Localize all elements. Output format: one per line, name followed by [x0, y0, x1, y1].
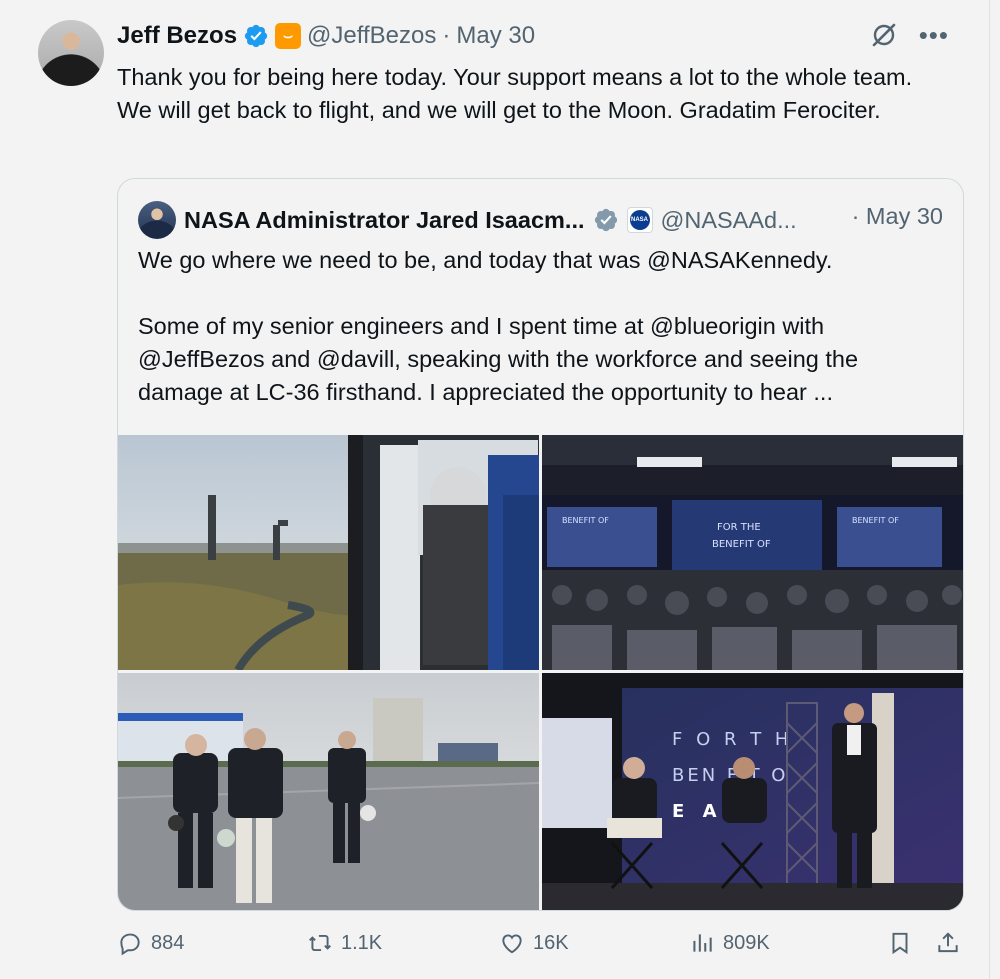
author-handle[interactable]: @JeffBezos [307, 22, 436, 50]
views-count: 809K [723, 931, 770, 954]
repost-button[interactable]: 1.1K [307, 930, 382, 956]
share-icon [938, 932, 958, 953]
photo-town-hall-audience[interactable]: BENEFIT OF BENEFIT OF FOR THE BENEFIT OF [542, 435, 963, 670]
quoted-author-name[interactable]: NASA Administrator Jared Isaacm... [184, 207, 585, 234]
tweet-date[interactable]: May 30 [456, 22, 535, 50]
quoted-author-avatar[interactable] [138, 201, 176, 239]
repost-icon [309, 934, 331, 952]
like-icon [502, 934, 522, 954]
screen-left-text: BENEFIT OF [562, 516, 609, 525]
tweet-card[interactable]: Jeff Bezos ⌣ @JeffBezos · May 30 ••• Tha… [10, 0, 990, 979]
tweet-top-actions: ••• [869, 20, 949, 50]
grok-icon[interactable] [869, 20, 899, 50]
quoted-author-handle[interactable]: @NASAAd... [661, 207, 797, 234]
quoted-header: NASA Administrator Jared Isaacm... NASA … [138, 201, 797, 239]
photo-helicopter-view[interactable] [118, 435, 539, 670]
photo-walking-tarmac[interactable] [118, 673, 539, 910]
share-button[interactable] [935, 930, 961, 956]
views-icon [693, 934, 712, 952]
like-count: 16K [533, 931, 569, 954]
quoted-paragraph-1: We go where we need to be, and today tha… [138, 247, 833, 273]
more-icon[interactable]: ••• [919, 22, 949, 48]
bookmark-button[interactable] [887, 930, 913, 956]
photo-stage-panel[interactable]: F O R T H BEN FIT O E A T [542, 673, 963, 910]
nasa-affiliate-badge[interactable]: NASA [626, 207, 653, 233]
quoted-date[interactable]: · May 30 [852, 203, 943, 230]
tweet-text: Thank you for being here today. Your sup… [117, 64, 913, 123]
quoted-text: We go where we need to be, and today tha… [138, 244, 948, 409]
reply-button[interactable]: 884 [117, 930, 184, 956]
quoted-tweet[interactable]: NASA Administrator Jared Isaacm... NASA … [117, 178, 964, 911]
stage-screen-text-1: FOR THE [717, 522, 761, 533]
separator-dot: · [442, 22, 451, 49]
stage-text-1: F O R T H [672, 729, 792, 750]
quoted-paragraph-2: Some of my senior engineers and I spent … [138, 313, 859, 405]
author-avatar[interactable] [38, 20, 104, 86]
tweet-actions: 884 1.1K 16K 809K [117, 930, 962, 964]
bookmark-icon [892, 932, 908, 955]
amazon-affiliate-badge[interactable]: ⌣ [275, 23, 302, 49]
repost-count: 1.1K [341, 931, 383, 954]
screen-right-text: BENEFIT OF [852, 516, 899, 525]
views-button[interactable]: 809K [689, 930, 770, 956]
government-verified-icon[interactable] [593, 207, 619, 233]
tweet-header: Jeff Bezos ⌣ @JeffBezos · May 30 [117, 22, 535, 50]
reply-icon [120, 933, 140, 956]
stage-screen-text-2: BENEFIT OF [712, 539, 771, 550]
author-name[interactable]: Jeff Bezos [117, 22, 237, 50]
verified-icon[interactable] [243, 23, 269, 49]
photo-grid: BENEFIT OF BENEFIT OF FOR THE BENEFIT OF [118, 435, 963, 910]
reply-count: 884 [151, 931, 185, 954]
nasa-logo-icon: NASA [629, 210, 650, 230]
like-button[interactable]: 16K [499, 930, 569, 956]
